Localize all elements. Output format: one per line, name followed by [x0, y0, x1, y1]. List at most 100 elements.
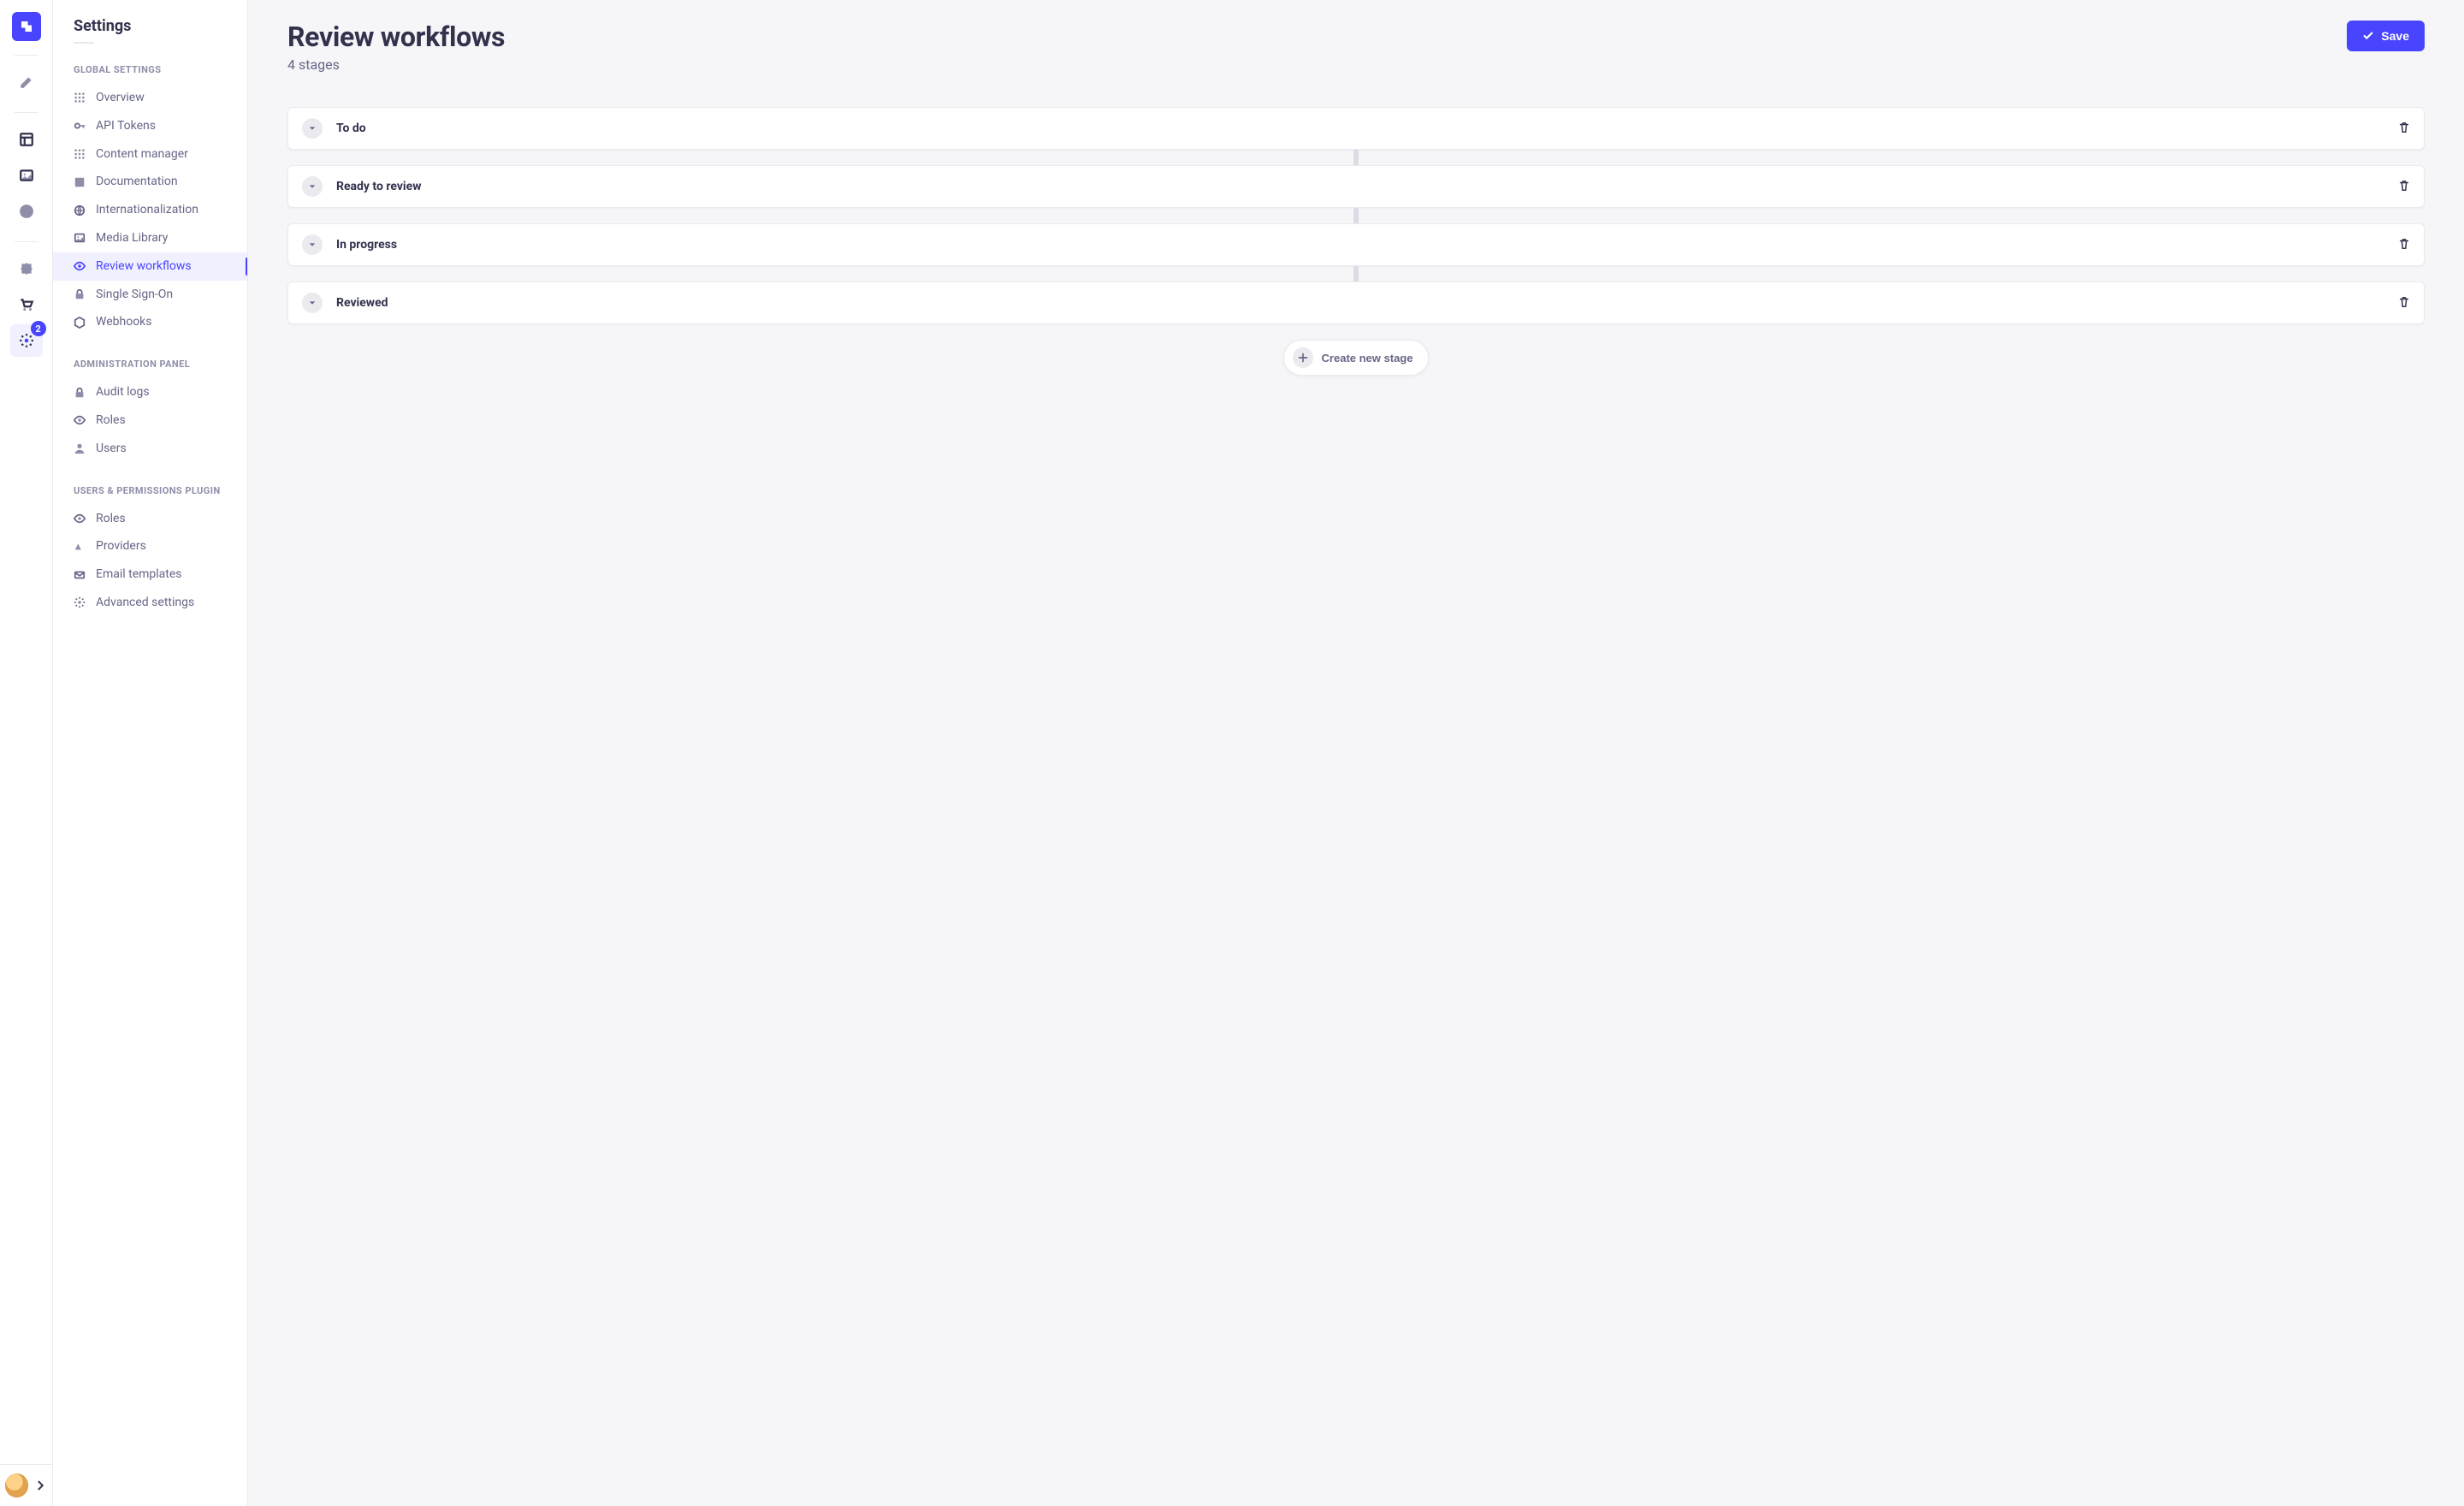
sidebar-item-email-templates[interactable]: Email templates	[53, 560, 247, 589]
eye-icon	[74, 513, 86, 525]
stage-name: Ready to review	[336, 180, 2398, 193]
sidebar-item-label: Roles	[96, 512, 126, 526]
sidebar-item-roles[interactable]: Roles	[53, 406, 247, 435]
stage-name: To do	[336, 122, 2398, 135]
settings-sidebar: Settings GLOBAL SETTINGS Overview API Tok…	[53, 0, 248, 1506]
sidebar-item-label: Webhooks	[96, 315, 152, 329]
sidebar-item-label: Advanced settings	[96, 596, 194, 610]
page-subtitle: 4 stages	[287, 56, 505, 73]
sidebar-item-internationalization[interactable]: Internationalization	[53, 196, 247, 224]
rail-divider	[15, 55, 38, 56]
stage-connector	[1353, 208, 1359, 223]
sidebar-item-label: Users	[96, 442, 127, 456]
sidebar-item-single-sign-on[interactable]: Single Sign-On	[53, 281, 247, 309]
page-header: Review workflows 4 stages Save	[287, 21, 2425, 73]
sidebar-item-content-manager[interactable]: Content manager	[53, 140, 247, 169]
sidebar-item-media-library[interactable]: Media Library	[53, 224, 247, 252]
sidebar-item-label: Roles	[96, 413, 126, 428]
rail-plugins[interactable]	[10, 252, 43, 285]
rail-media[interactable]	[10, 159, 43, 192]
sidebar-group-global: GLOBAL SETTINGS Overview API Tokens Conten…	[53, 64, 247, 336]
rail-footer	[0, 1464, 52, 1506]
eye-icon	[74, 414, 86, 426]
sidebar-group-perms: USERS & PERMISSIONS PLUGIN Roles Provider…	[53, 485, 247, 617]
stage-delete-button[interactable]	[2398, 179, 2410, 195]
stages-list: To do Ready to review In progress Review…	[287, 107, 2425, 324]
sidebar-item-label: Providers	[96, 539, 146, 554]
sidebar-item-label: Documentation	[96, 175, 178, 189]
sidebar-title-underline	[74, 42, 94, 44]
sidebar-item-label: Single Sign-On	[96, 288, 173, 302]
rail-divider	[15, 241, 38, 242]
sidebar-item-users[interactable]: Users	[53, 435, 247, 463]
sidebar-item-label: Overview	[96, 91, 145, 105]
sidebar-group-admin: ADMINISTRATION PANEL Audit logs Roles User…	[53, 359, 247, 462]
stage-expand-toggle[interactable]	[302, 234, 323, 255]
stage-name: In progress	[336, 238, 2398, 252]
sidebar-title: Settings	[53, 17, 247, 42]
sidebar-item-audit-logs[interactable]: Audit logs	[53, 378, 247, 406]
rail-settings-badge: 2	[31, 321, 46, 336]
sidebar-item-label: Audit logs	[96, 385, 150, 400]
sidebar-item-review-workflows[interactable]: Review workflows	[53, 252, 247, 281]
stage-connector	[1353, 266, 1359, 282]
rail-content[interactable]	[10, 66, 43, 98]
nav-rail: 2	[0, 0, 53, 1506]
prov-icon	[74, 541, 86, 553]
stage-delete-button[interactable]	[2398, 295, 2410, 311]
rail-divider	[15, 112, 38, 113]
plus-icon	[1293, 347, 1313, 368]
avatar[interactable]	[5, 1473, 28, 1497]
sidebar-item-label: Content manager	[96, 147, 188, 162]
app-logo[interactable]	[12, 12, 41, 41]
stage-delete-button[interactable]	[2398, 121, 2410, 137]
stage-delete-button[interactable]	[2398, 237, 2410, 253]
rail-info[interactable]	[10, 195, 43, 228]
sidebar-item-label: Review workflows	[96, 259, 192, 274]
gear-icon	[74, 596, 86, 608]
create-stage-label: Create new stage	[1322, 352, 1413, 365]
hex-icon	[74, 317, 86, 329]
stage-card[interactable]: Reviewed	[287, 282, 2425, 324]
stage-expand-toggle[interactable]	[302, 118, 323, 139]
grid-icon	[74, 92, 86, 104]
sidebar-item-label: API Tokens	[96, 119, 156, 133]
save-button-label: Save	[2381, 29, 2409, 43]
stage-card[interactable]: In progress	[287, 223, 2425, 266]
rail-content-types[interactable]	[10, 123, 43, 156]
mail-icon	[74, 569, 86, 581]
key-icon	[74, 120, 86, 132]
rail-expand-icon[interactable]	[33, 1479, 47, 1492]
sidebar-item-overview[interactable]: Overview	[53, 84, 247, 112]
sidebar-item-api-tokens[interactable]: API Tokens	[53, 112, 247, 140]
check-icon	[2362, 30, 2374, 42]
grid-icon	[74, 148, 86, 160]
stage-card[interactable]: Ready to review	[287, 165, 2425, 208]
user-icon	[74, 442, 86, 454]
create-stage-button[interactable]: Create new stage	[1283, 340, 1430, 376]
main-content: Review workflows 4 stages Save To do Rea…	[248, 0, 2464, 1506]
sidebar-group-label: ADMINISTRATION PANEL	[53, 359, 247, 378]
sidebar-item-advanced-settings[interactable]: Advanced settings	[53, 589, 247, 617]
page-title: Review workflows	[287, 21, 505, 53]
eye-icon	[74, 260, 86, 272]
sidebar-item-documentation[interactable]: Documentation	[53, 168, 247, 196]
book-icon	[74, 176, 86, 188]
sidebar-item-label: Email templates	[96, 567, 182, 582]
sidebar-item-providers[interactable]: Providers	[53, 532, 247, 560]
globe-icon	[74, 205, 86, 216]
sidebar-item-label: Internationalization	[96, 203, 198, 217]
stage-expand-toggle[interactable]	[302, 176, 323, 197]
rail-settings[interactable]: 2	[10, 324, 43, 357]
sidebar-group-label: USERS & PERMISSIONS PLUGIN	[53, 485, 247, 505]
stage-name: Reviewed	[336, 296, 2398, 310]
sidebar-item-roles[interactable]: Roles	[53, 505, 247, 533]
sidebar-group-label: GLOBAL SETTINGS	[53, 64, 247, 84]
lock-icon	[74, 288, 86, 300]
stage-card[interactable]: To do	[287, 107, 2425, 150]
rail-marketplace[interactable]	[10, 288, 43, 321]
stage-expand-toggle[interactable]	[302, 293, 323, 313]
save-button[interactable]: Save	[2347, 21, 2425, 51]
lock-icon	[74, 387, 86, 399]
sidebar-item-webhooks[interactable]: Webhooks	[53, 308, 247, 336]
